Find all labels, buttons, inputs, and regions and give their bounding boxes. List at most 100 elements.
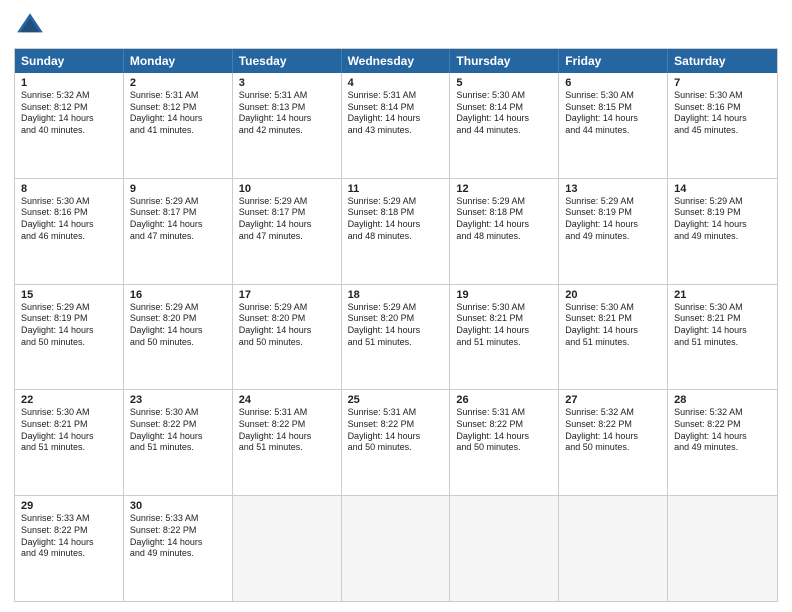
day-number: 14 — [674, 183, 771, 195]
day-info: Sunrise: 5:29 AMSunset: 8:18 PMDaylight:… — [348, 196, 421, 241]
day-number: 13 — [565, 183, 661, 195]
calendar-row-3: 15Sunrise: 5:29 AMSunset: 8:19 PMDayligh… — [15, 284, 777, 390]
calendar-cell: 27Sunrise: 5:32 AMSunset: 8:22 PMDayligh… — [559, 390, 668, 495]
day-info: Sunrise: 5:29 AMSunset: 8:20 PMDaylight:… — [348, 302, 421, 347]
calendar-cell: 18Sunrise: 5:29 AMSunset: 8:20 PMDayligh… — [342, 285, 451, 390]
day-number: 3 — [239, 77, 335, 89]
calendar-row-1: 1Sunrise: 5:32 AMSunset: 8:12 PMDaylight… — [15, 73, 777, 178]
header-tuesday: Tuesday — [233, 49, 342, 73]
header — [14, 10, 778, 42]
calendar-cell: 25Sunrise: 5:31 AMSunset: 8:22 PMDayligh… — [342, 390, 451, 495]
day-number: 10 — [239, 183, 335, 195]
day-number: 9 — [130, 183, 226, 195]
day-number: 17 — [239, 289, 335, 301]
day-info: Sunrise: 5:31 AMSunset: 8:12 PMDaylight:… — [130, 90, 203, 135]
day-info: Sunrise: 5:30 AMSunset: 8:22 PMDaylight:… — [130, 407, 203, 452]
calendar-cell: 23Sunrise: 5:30 AMSunset: 8:22 PMDayligh… — [124, 390, 233, 495]
calendar-row-5: 29Sunrise: 5:33 AMSunset: 8:22 PMDayligh… — [15, 495, 777, 601]
calendar-cell — [559, 496, 668, 601]
day-number: 7 — [674, 77, 771, 89]
calendar-cell — [233, 496, 342, 601]
header-wednesday: Wednesday — [342, 49, 451, 73]
day-number: 16 — [130, 289, 226, 301]
day-info: Sunrise: 5:31 AMSunset: 8:22 PMDaylight:… — [239, 407, 312, 452]
calendar-cell: 26Sunrise: 5:31 AMSunset: 8:22 PMDayligh… — [450, 390, 559, 495]
day-info: Sunrise: 5:29 AMSunset: 8:17 PMDaylight:… — [239, 196, 312, 241]
calendar-body: 1Sunrise: 5:32 AMSunset: 8:12 PMDaylight… — [15, 73, 777, 601]
day-info: Sunrise: 5:31 AMSunset: 8:14 PMDaylight:… — [348, 90, 421, 135]
day-info: Sunrise: 5:30 AMSunset: 8:16 PMDaylight:… — [674, 90, 747, 135]
calendar-cell: 17Sunrise: 5:29 AMSunset: 8:20 PMDayligh… — [233, 285, 342, 390]
calendar-row-4: 22Sunrise: 5:30 AMSunset: 8:21 PMDayligh… — [15, 389, 777, 495]
day-info: Sunrise: 5:30 AMSunset: 8:21 PMDaylight:… — [674, 302, 747, 347]
day-info: Sunrise: 5:29 AMSunset: 8:20 PMDaylight:… — [130, 302, 203, 347]
day-info: Sunrise: 5:33 AMSunset: 8:22 PMDaylight:… — [21, 513, 94, 558]
header-thursday: Thursday — [450, 49, 559, 73]
day-number: 25 — [348, 394, 444, 406]
day-number: 19 — [456, 289, 552, 301]
header-sunday: Sunday — [15, 49, 124, 73]
day-info: Sunrise: 5:29 AMSunset: 8:17 PMDaylight:… — [130, 196, 203, 241]
day-number: 2 — [130, 77, 226, 89]
day-number: 6 — [565, 77, 661, 89]
logo — [14, 10, 52, 42]
calendar-cell: 30Sunrise: 5:33 AMSunset: 8:22 PMDayligh… — [124, 496, 233, 601]
header-monday: Monday — [124, 49, 233, 73]
calendar-cell: 19Sunrise: 5:30 AMSunset: 8:21 PMDayligh… — [450, 285, 559, 390]
header-saturday: Saturday — [668, 49, 777, 73]
calendar-cell: 16Sunrise: 5:29 AMSunset: 8:20 PMDayligh… — [124, 285, 233, 390]
calendar-header: SundayMondayTuesdayWednesdayThursdayFrid… — [15, 49, 777, 73]
day-number: 26 — [456, 394, 552, 406]
day-number: 30 — [130, 500, 226, 512]
calendar-cell: 2Sunrise: 5:31 AMSunset: 8:12 PMDaylight… — [124, 73, 233, 178]
calendar-cell: 8Sunrise: 5:30 AMSunset: 8:16 PMDaylight… — [15, 179, 124, 284]
day-info: Sunrise: 5:30 AMSunset: 8:21 PMDaylight:… — [565, 302, 638, 347]
day-number: 21 — [674, 289, 771, 301]
day-number: 29 — [21, 500, 117, 512]
day-number: 18 — [348, 289, 444, 301]
day-number: 15 — [21, 289, 117, 301]
calendar-cell: 4Sunrise: 5:31 AMSunset: 8:14 PMDaylight… — [342, 73, 451, 178]
calendar-cell: 14Sunrise: 5:29 AMSunset: 8:19 PMDayligh… — [668, 179, 777, 284]
day-number: 12 — [456, 183, 552, 195]
day-info: Sunrise: 5:29 AMSunset: 8:20 PMDaylight:… — [239, 302, 312, 347]
calendar-cell: 21Sunrise: 5:30 AMSunset: 8:21 PMDayligh… — [668, 285, 777, 390]
calendar-cell: 12Sunrise: 5:29 AMSunset: 8:18 PMDayligh… — [450, 179, 559, 284]
day-number: 8 — [21, 183, 117, 195]
day-number: 24 — [239, 394, 335, 406]
day-number: 11 — [348, 183, 444, 195]
calendar-cell: 15Sunrise: 5:29 AMSunset: 8:19 PMDayligh… — [15, 285, 124, 390]
day-number: 1 — [21, 77, 117, 89]
calendar-cell: 13Sunrise: 5:29 AMSunset: 8:19 PMDayligh… — [559, 179, 668, 284]
day-info: Sunrise: 5:32 AMSunset: 8:22 PMDaylight:… — [674, 407, 747, 452]
day-info: Sunrise: 5:30 AMSunset: 8:21 PMDaylight:… — [21, 407, 94, 452]
calendar-cell: 1Sunrise: 5:32 AMSunset: 8:12 PMDaylight… — [15, 73, 124, 178]
calendar-cell: 11Sunrise: 5:29 AMSunset: 8:18 PMDayligh… — [342, 179, 451, 284]
day-number: 27 — [565, 394, 661, 406]
day-info: Sunrise: 5:31 AMSunset: 8:22 PMDaylight:… — [348, 407, 421, 452]
calendar-cell: 10Sunrise: 5:29 AMSunset: 8:17 PMDayligh… — [233, 179, 342, 284]
page: SundayMondayTuesdayWednesdayThursdayFrid… — [0, 0, 792, 612]
calendar-cell: 9Sunrise: 5:29 AMSunset: 8:17 PMDaylight… — [124, 179, 233, 284]
calendar: SundayMondayTuesdayWednesdayThursdayFrid… — [14, 48, 778, 602]
day-info: Sunrise: 5:29 AMSunset: 8:19 PMDaylight:… — [565, 196, 638, 241]
calendar-cell: 3Sunrise: 5:31 AMSunset: 8:13 PMDaylight… — [233, 73, 342, 178]
day-number: 20 — [565, 289, 661, 301]
calendar-cell — [668, 496, 777, 601]
day-info: Sunrise: 5:32 AMSunset: 8:22 PMDaylight:… — [565, 407, 638, 452]
calendar-cell: 22Sunrise: 5:30 AMSunset: 8:21 PMDayligh… — [15, 390, 124, 495]
day-info: Sunrise: 5:33 AMSunset: 8:22 PMDaylight:… — [130, 513, 203, 558]
calendar-row-2: 8Sunrise: 5:30 AMSunset: 8:16 PMDaylight… — [15, 178, 777, 284]
day-info: Sunrise: 5:29 AMSunset: 8:18 PMDaylight:… — [456, 196, 529, 241]
day-number: 23 — [130, 394, 226, 406]
day-number: 5 — [456, 77, 552, 89]
calendar-cell: 24Sunrise: 5:31 AMSunset: 8:22 PMDayligh… — [233, 390, 342, 495]
day-info: Sunrise: 5:30 AMSunset: 8:21 PMDaylight:… — [456, 302, 529, 347]
calendar-cell: 29Sunrise: 5:33 AMSunset: 8:22 PMDayligh… — [15, 496, 124, 601]
day-info: Sunrise: 5:30 AMSunset: 8:16 PMDaylight:… — [21, 196, 94, 241]
day-info: Sunrise: 5:29 AMSunset: 8:19 PMDaylight:… — [21, 302, 94, 347]
day-number: 28 — [674, 394, 771, 406]
calendar-cell: 28Sunrise: 5:32 AMSunset: 8:22 PMDayligh… — [668, 390, 777, 495]
calendar-cell: 7Sunrise: 5:30 AMSunset: 8:16 PMDaylight… — [668, 73, 777, 178]
calendar-cell: 6Sunrise: 5:30 AMSunset: 8:15 PMDaylight… — [559, 73, 668, 178]
